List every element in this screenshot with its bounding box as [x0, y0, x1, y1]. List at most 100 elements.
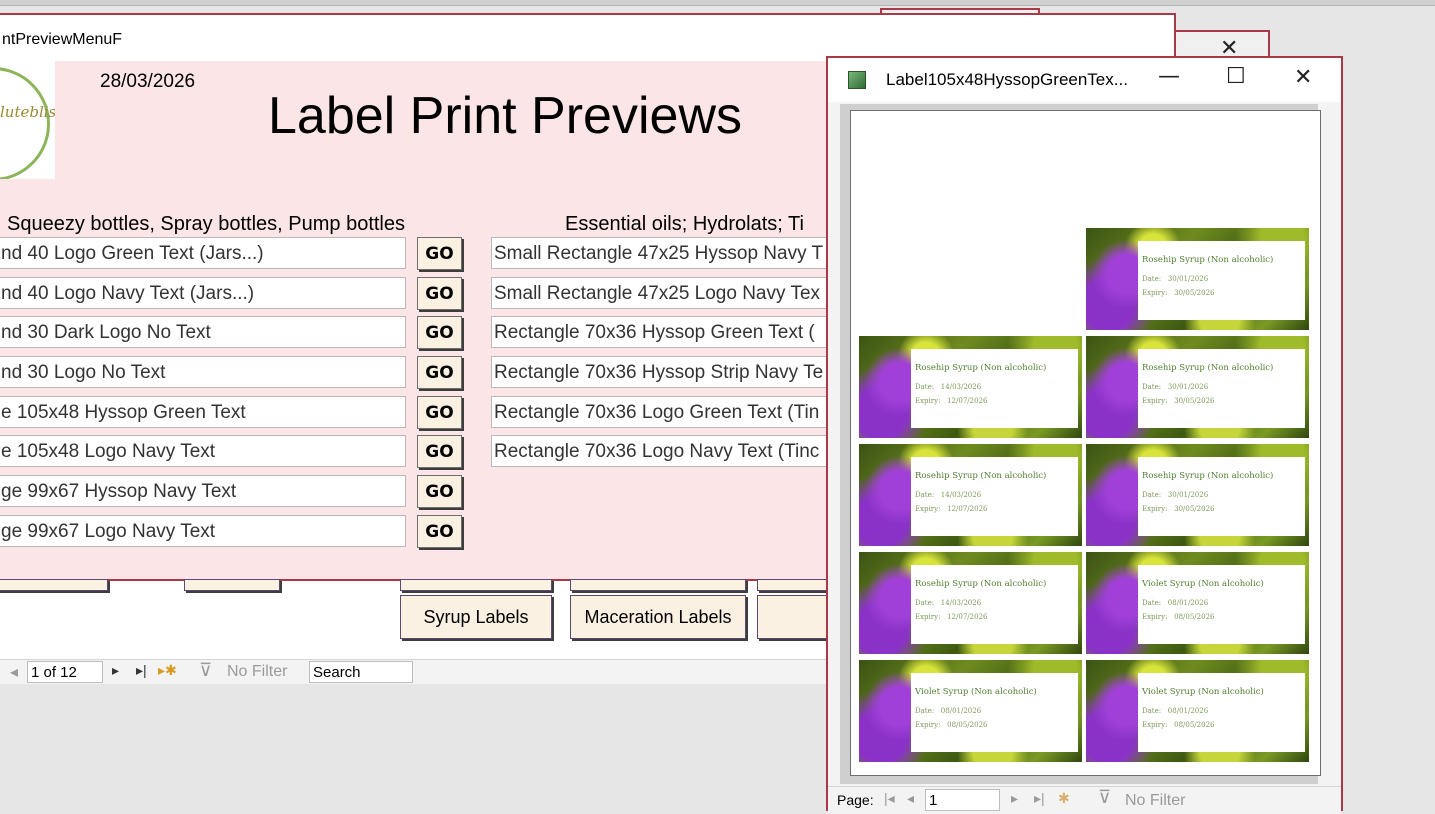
next-record-icon[interactable]: ▸: [112, 662, 119, 679]
report-field-8[interactable]: ge 99x67 Logo Navy Text: [0, 515, 406, 547]
label-7: Violet Syrup (Non alcoholic) Date: 08/01…: [1086, 552, 1309, 654]
label-text-box: Violet Syrup (Non alcoholic) Date: 08/01…: [911, 673, 1078, 752]
report-field-6[interactable]: e 105x48 Logo Navy Text: [0, 435, 406, 467]
expiry-value: 12/07/2026: [947, 613, 988, 621]
product-name: Rosehip Syrup (Non alcoholic): [1142, 363, 1274, 373]
product-name: Violet Syrup (Non alcoholic): [1142, 579, 1264, 589]
date-label: Date:: [1142, 383, 1162, 391]
preview-window-title: Label105x48HyssopGreenTex...: [886, 70, 1128, 89]
product-name: Violet Syrup (Non alcoholic): [915, 687, 1037, 697]
label-4: Rosehip Syrup (Non alcoholic) Date: 14/0…: [859, 444, 1082, 546]
report-field-r1[interactable]: Small Rectangle 47x25 Hyssop Navy T: [491, 237, 829, 269]
current-date: 28/03/2026: [100, 71, 196, 92]
maximize-icon[interactable]: ☐: [1226, 64, 1246, 89]
report-field-r4[interactable]: Rectangle 70x36 Hyssop Strip Navy Te: [491, 356, 829, 388]
date-value: 30/01/2026: [1167, 383, 1209, 391]
date-value: 30/01/2026: [1167, 491, 1209, 499]
report-field-3[interactable]: nd 30 Dark Logo No Text: [0, 316, 406, 348]
date-line: Date: 14/03/2026: [915, 383, 981, 391]
report-page: Rosehip Syrup (Non alcoholic) Date: 30/0…: [850, 110, 1321, 776]
expiry-value: 12/07/2026: [947, 505, 988, 513]
last-record-icon[interactable]: ▸|: [136, 662, 147, 679]
label-text-box: Rosehip Syrup (Non alcoholic) Date: 14/0…: [911, 349, 1078, 428]
syrup-labels-button[interactable]: Syrup Labels: [400, 595, 552, 639]
report-field-4[interactable]: nd 30 Logo No Text: [0, 356, 406, 388]
hidden-button-3[interactable]: [400, 579, 552, 591]
date-value: 30/01/2026: [1167, 275, 1209, 283]
date-line: Date: 14/03/2026: [915, 491, 981, 499]
search-input[interactable]: Search: [309, 661, 413, 683]
hidden-button-4[interactable]: [570, 579, 746, 591]
label-1: Rosehip Syrup (Non alcoholic) Date: 30/0…: [1086, 228, 1309, 330]
expiry-value: 30/05/2026: [1174, 289, 1215, 297]
product-name: Rosehip Syrup (Non alcoholic): [915, 363, 1047, 373]
date-value: 14/03/2026: [940, 599, 982, 607]
right-column-header: Essential oils; Hydrolats; Ti: [565, 213, 804, 235]
expiry-label: Expiry:: [915, 397, 941, 405]
label-text-box: Rosehip Syrup (Non alcoholic) Date: 30/0…: [1138, 457, 1305, 536]
report-field-1[interactable]: nd 40 Logo Green Text (Jars...): [0, 237, 406, 269]
expiry-line: Expiry: 08/05/2026: [1142, 721, 1214, 729]
expiry-line: Expiry: 12/07/2026: [915, 397, 987, 405]
go-button-5[interactable]: GO: [417, 396, 462, 429]
label-text-box: Rosehip Syrup (Non alcoholic) Date: 30/0…: [1138, 349, 1305, 428]
go-button-6[interactable]: GO: [417, 435, 462, 468]
page-number-input[interactable]: 1: [925, 789, 1000, 811]
last-page-icon[interactable]: ▸|: [1034, 790, 1045, 807]
report-field-2[interactable]: nd 40 Logo Navy Text (Jars...): [0, 277, 406, 309]
first-page-icon[interactable]: |◂: [884, 790, 895, 807]
record-number-input[interactable]: 1 of 12: [27, 661, 103, 683]
maceration-labels-button[interactable]: Maceration Labels: [570, 595, 746, 639]
new-record-icon[interactable]: ▸✱: [158, 662, 177, 679]
minimize-icon[interactable]: —: [1158, 64, 1180, 89]
report-field-r3[interactable]: Rectangle 70x36 Hyssop Green Text (: [491, 316, 829, 348]
go-button-2[interactable]: GO: [417, 277, 462, 310]
extra-labels-button[interactable]: [757, 595, 837, 639]
preview-title-bar: Label105x48HyssopGreenTex... — ☐ ✕: [828, 58, 1341, 102]
label-3: Rosehip Syrup (Non alcoholic) Date: 30/0…: [1086, 336, 1309, 438]
date-label: Date:: [1142, 599, 1162, 607]
expiry-value: 08/05/2026: [1174, 721, 1215, 729]
page-navigation-bar: Page: |◂ ◂ 1 ▸ ▸| ✱ ⊽ No Filter: [828, 786, 1341, 814]
label-8: Violet Syrup (Non alcoholic) Date: 08/01…: [859, 660, 1082, 762]
product-name: Rosehip Syrup (Non alcoholic): [915, 579, 1047, 589]
date-value: 08/01/2026: [1167, 707, 1209, 715]
next-page-icon[interactable]: ▸: [1011, 790, 1018, 807]
product-name: Rosehip Syrup (Non alcoholic): [1142, 471, 1274, 481]
go-button-7[interactable]: GO: [417, 475, 462, 508]
prev-page-icon[interactable]: ◂: [907, 790, 914, 807]
report-field-r5[interactable]: Rectangle 70x36 Logo Green Text (Tin: [491, 396, 829, 428]
product-name: Violet Syrup (Non alcoholic): [1142, 687, 1264, 697]
date-label: Date:: [915, 383, 935, 391]
go-button-8[interactable]: GO: [417, 515, 462, 548]
report-field-r6[interactable]: Rectangle 70x36 Logo Navy Text (Tinc: [491, 435, 829, 467]
preview-canvas[interactable]: Rosehip Syrup (Non alcoholic) Date: 30/0…: [840, 104, 1321, 784]
product-name: Rosehip Syrup (Non alcoholic): [915, 471, 1047, 481]
hidden-button-1[interactable]: [0, 579, 108, 591]
date-label: Date:: [915, 707, 935, 715]
expiry-label: Expiry:: [1142, 397, 1168, 405]
hidden-button-2[interactable]: [184, 579, 280, 591]
expiry-line: Expiry: 12/07/2026: [915, 613, 987, 621]
report-field-7[interactable]: ge 99x67 Hyssop Navy Text: [0, 475, 406, 507]
expiry-line: Expiry: 12/07/2026: [915, 505, 987, 513]
filter-icon: ⊽: [199, 660, 213, 680]
expiry-line: Expiry: 08/05/2026: [915, 721, 987, 729]
go-button-4[interactable]: GO: [417, 356, 462, 389]
date-line: Date: 30/01/2026: [1142, 491, 1208, 499]
label-9: Violet Syrup (Non alcoholic) Date: 08/01…: [1086, 660, 1309, 762]
filter-icon: ⊽: [1098, 787, 1112, 807]
no-filter-label[interactable]: No Filter: [227, 663, 287, 681]
logo-circle: [0, 67, 50, 179]
close-icon[interactable]: ✕: [1294, 65, 1312, 90]
report-field-5[interactable]: e 105x48 Hyssop Green Text: [0, 396, 406, 428]
report-field-r2[interactable]: Small Rectangle 47x25 Logo Navy Tex: [491, 277, 829, 309]
date-value: 14/03/2026: [940, 383, 982, 391]
hidden-button-5[interactable]: [757, 579, 837, 591]
expiry-label: Expiry:: [915, 721, 941, 729]
prev-record-icon[interactable]: ◂: [10, 662, 18, 682]
go-button-3[interactable]: GO: [417, 316, 462, 349]
no-filter-label[interactable]: No Filter: [1125, 792, 1185, 810]
date-value: 08/01/2026: [1167, 599, 1209, 607]
go-button-1[interactable]: GO: [417, 237, 462, 270]
